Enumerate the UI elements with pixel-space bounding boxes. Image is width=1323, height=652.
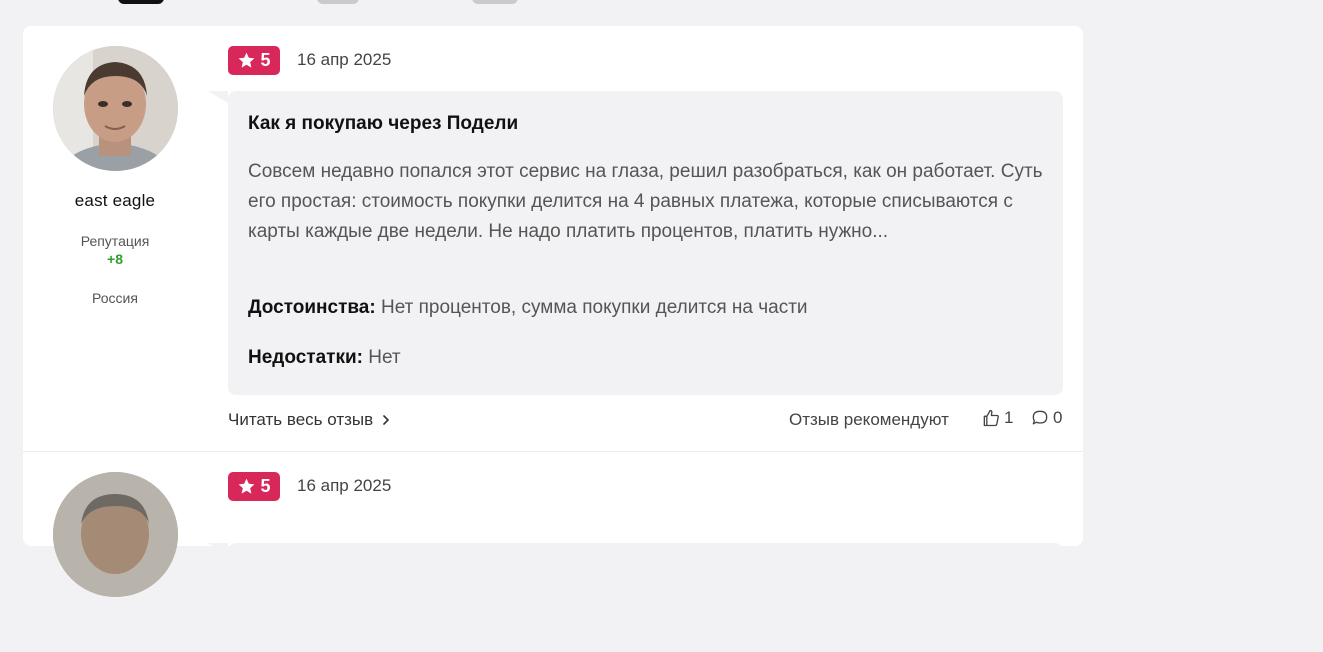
thumbs-up-icon bbox=[983, 409, 999, 427]
user-photo-icon bbox=[53, 472, 178, 597]
avatar[interactable] bbox=[53, 472, 178, 597]
likes-count: 1 bbox=[1004, 408, 1014, 427]
reviews-card: east eagle Репутация +8 Россия 5 16 апр … bbox=[23, 26, 1083, 643]
comments-button[interactable]: 0 bbox=[1030, 408, 1062, 428]
cons-text: Нет bbox=[368, 347, 401, 368]
read-full-review-link[interactable]: Читать весь отзыв bbox=[228, 410, 391, 430]
author-name[interactable]: east eagle bbox=[23, 191, 207, 211]
top-filter-strip bbox=[0, 0, 1323, 6]
pros-label: Достоинства: bbox=[248, 297, 376, 318]
review-title[interactable]: Как я покупаю через Подели bbox=[248, 113, 518, 135]
filter-chip-active[interactable] bbox=[118, 0, 164, 4]
chevron-right-icon bbox=[383, 415, 390, 425]
review-date: 16 апр 2025 bbox=[297, 50, 392, 69]
avatar[interactable] bbox=[53, 46, 178, 171]
recommend-label: Отзыв рекомендуют bbox=[789, 410, 949, 429]
review-cons: Недостатки: Нет bbox=[248, 347, 401, 369]
review-footer: Читать весь отзыв Отзыв рекомендуют 1 0 bbox=[228, 408, 1063, 434]
review-text: Совсем недавно попался этот сервис на гл… bbox=[248, 161, 1043, 242]
review-item: east eagle Репутация +8 Россия 5 16 апр … bbox=[23, 26, 1083, 451]
rating-badge: 5 bbox=[228, 472, 280, 501]
comment-icon bbox=[1032, 410, 1048, 425]
filter-chip[interactable] bbox=[472, 0, 518, 4]
reputation-label: Репутация bbox=[80, 233, 150, 249]
pros-text: Нет процентов, сумма покупки делится на … bbox=[380, 297, 808, 318]
rating-badge: 5 bbox=[228, 46, 280, 75]
author-country: Россия bbox=[92, 290, 138, 306]
review-bubble[interactable] bbox=[208, 543, 1063, 643]
filter-chip[interactable] bbox=[317, 0, 359, 4]
rating-value: 5 bbox=[260, 476, 271, 496]
review-date: 16 апр 2025 bbox=[297, 476, 392, 495]
star-icon bbox=[239, 478, 255, 494]
review-item: 5 16 апр 2025 bbox=[23, 452, 1083, 652]
read-more-label: Читать весь отзыв bbox=[228, 410, 374, 429]
review-bubble[interactable]: Как я покупаю через Подели Совсем недавн… bbox=[208, 91, 1063, 395]
comments-count: 0 bbox=[1053, 408, 1063, 427]
reputation-value: +8 bbox=[107, 251, 123, 267]
user-photo-icon bbox=[53, 46, 178, 171]
cons-label: Недостатки: bbox=[248, 347, 363, 368]
like-button[interactable]: 1 bbox=[981, 408, 1013, 428]
review-pros: Достоинства: Нет процентов, сумма покупк… bbox=[248, 297, 808, 319]
rating-value: 5 bbox=[260, 50, 271, 70]
star-icon bbox=[239, 52, 255, 68]
